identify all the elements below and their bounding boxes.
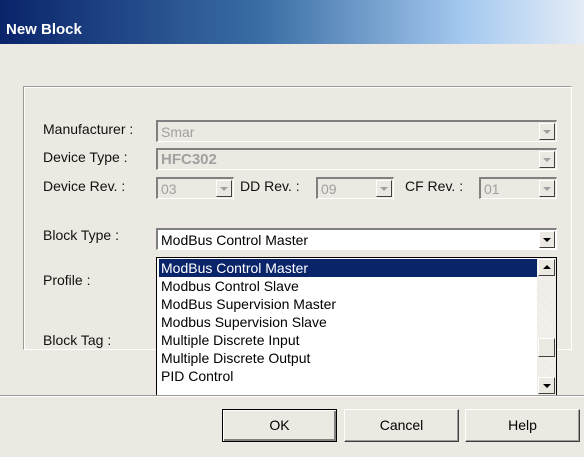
list-item[interactable]: ModBus Control Master [159, 259, 539, 277]
device-rev-select: 03 [156, 177, 234, 199]
device-rev-value: 03 [161, 181, 177, 197]
title-bar[interactable]: New Block [0, 0, 584, 44]
cf-rev-select: 01 [479, 177, 557, 199]
device-type-dropdown-button [539, 151, 555, 168]
block-type-dropdown-button[interactable] [539, 231, 555, 248]
chevron-down-icon [380, 187, 388, 191]
arrow-up-icon [543, 265, 551, 269]
device-type-select: HFC302 [156, 148, 557, 170]
list-item[interactable]: Multiple Discrete Output [159, 349, 539, 367]
new-block-dialog: New Block Manufacturer : Smar Device Typ… [0, 0, 584, 457]
separator [0, 395, 584, 397]
device-rev-dropdown-button [216, 180, 232, 197]
list-item[interactable]: ModBus Supervision Master [159, 295, 539, 313]
chevron-down-icon [220, 187, 228, 191]
block-type-label: Block Type : [43, 227, 120, 243]
list-item[interactable]: Modbus Control Slave [159, 277, 539, 295]
dd-rev-value: 09 [321, 181, 337, 197]
cancel-button[interactable]: Cancel [344, 409, 459, 442]
chevron-down-icon [543, 187, 551, 191]
cf-rev-dropdown-button [539, 180, 555, 197]
list-item[interactable]: Multiple Discrete Input [159, 331, 539, 349]
manufacturer-value: Smar [161, 124, 195, 140]
cf-rev-value: 01 [484, 181, 500, 197]
scroll-up-button[interactable] [538, 259, 555, 276]
device-rev-label: Device Rev. : [43, 178, 126, 194]
cf-rev-label: CF Rev. : [405, 178, 464, 194]
device-type-label: Device Type : [43, 149, 128, 165]
list-scrollbar[interactable] [537, 258, 556, 395]
block-type-value: ModBus Control Master [161, 232, 309, 248]
arrow-down-icon [543, 384, 551, 388]
window-title: New Block [6, 21, 82, 38]
device-type-value: HFC302 [161, 151, 217, 168]
ok-button[interactable]: OK [222, 409, 337, 442]
scroll-down-button[interactable] [538, 377, 555, 394]
chevron-down-icon [543, 158, 551, 162]
manufacturer-dropdown-button [539, 123, 555, 140]
block-type-select[interactable]: ModBus Control Master [156, 228, 557, 250]
block-tag-label: Block Tag : [43, 332, 112, 348]
dd-rev-label: DD Rev. : [240, 178, 300, 194]
chevron-down-icon [543, 130, 551, 134]
help-button[interactable]: Help [465, 409, 580, 442]
dd-rev-select: 09 [316, 177, 394, 199]
manufacturer-label: Manufacturer : [43, 121, 134, 137]
scrollbar-thumb[interactable] [538, 338, 555, 357]
profile-label: Profile : [43, 272, 91, 288]
chevron-down-icon [543, 238, 551, 242]
list-item[interactable]: Modbus Supervision Slave [159, 313, 539, 331]
manufacturer-select: Smar [156, 120, 557, 142]
dd-rev-dropdown-button [376, 180, 392, 197]
list-item[interactable]: PID Control [159, 367, 539, 385]
block-type-dropdown-list[interactable]: ModBus Control Master Modbus Control Sla… [156, 257, 557, 396]
